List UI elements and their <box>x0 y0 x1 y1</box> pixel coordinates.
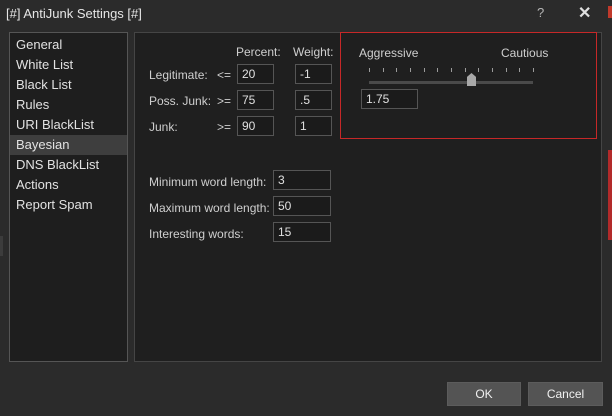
junk-label: Junk: <box>149 120 178 134</box>
sidebar-item-white-list[interactable]: White List <box>10 55 127 75</box>
possible-junk-operator: >= <box>217 94 232 108</box>
sidebar-item-label: DNS BlackList <box>16 157 100 172</box>
ok-button[interactable]: OK <box>447 382 521 406</box>
cancel-button[interactable]: Cancel <box>528 382 603 406</box>
possible-junk-percent-input[interactable]: 75 <box>237 90 274 110</box>
sidebar-item-report-spam[interactable]: Report Spam <box>10 195 127 215</box>
sidebar-item-bayesian[interactable]: Bayesian <box>10 135 127 155</box>
sidebar-item-label: Black List <box>16 77 72 92</box>
sidebar-item-dns-blacklist[interactable]: DNS BlackList <box>10 155 127 175</box>
slider-tick <box>437 68 438 72</box>
legitimate-weight-input[interactable]: -1 <box>295 64 332 84</box>
junk-percent-input[interactable]: 90 <box>237 116 274 136</box>
sidebar-item-label: Rules <box>16 97 50 112</box>
background-window-edge <box>608 6 612 18</box>
junk-weight-input[interactable]: 1 <box>295 116 332 136</box>
slider-tick <box>519 68 520 72</box>
interesting-words-input[interactable]: 15 <box>273 222 331 242</box>
min-word-length-input[interactable]: 3 <box>273 170 331 190</box>
max-word-length-input[interactable]: 50 <box>273 196 331 216</box>
slider-tick <box>383 68 384 72</box>
percent-header: Percent: <box>236 45 281 59</box>
sidebar-item-label: Report Spam <box>16 197 93 212</box>
sidebar-item-black-list[interactable]: Black List <box>10 75 127 95</box>
sidebar-item-general[interactable]: General <box>10 35 127 55</box>
slider-tick <box>424 68 425 72</box>
max-word-length-label: Maximum word length: <box>149 201 270 215</box>
slider-tick <box>506 68 507 72</box>
threshold-value-input[interactable]: 1.75 <box>361 89 418 109</box>
sidebar-item-label: URI BlackList <box>16 117 95 132</box>
sidebar-item-label: General <box>16 37 63 52</box>
junk-operator: >= <box>217 120 232 134</box>
legitimate-percent-input[interactable]: 20 <box>237 64 274 84</box>
background-window-edge <box>0 236 3 256</box>
slider-tick <box>410 68 411 72</box>
slider-tick <box>478 68 479 72</box>
legitimate-label: Legitimate: <box>149 68 208 82</box>
sidebar-item-label: Actions <box>16 177 59 192</box>
close-icon[interactable]: ✕ <box>578 3 591 23</box>
help-icon[interactable]: ? <box>537 5 544 20</box>
aggressive-label: Aggressive <box>359 46 419 60</box>
slider-tick <box>492 68 493 72</box>
possible-junk-label: Poss. Junk: <box>149 94 212 108</box>
title-bar: [#] AntiJunk Settings [#] ? ✕ <box>0 0 612 28</box>
sidebar-item-label: Bayesian <box>16 137 70 152</box>
slider-tick <box>465 68 466 72</box>
cautious-label: Cautious <box>501 46 549 60</box>
slider-thumb[interactable] <box>467 73 476 86</box>
sidebar-item-uri-blacklist[interactable]: URI BlackList <box>10 115 127 135</box>
slider-track[interactable] <box>369 81 533 84</box>
interesting-words-label: Interesting words: <box>149 227 244 241</box>
background-window-edge <box>608 150 612 240</box>
weight-header: Weight: <box>293 45 334 59</box>
window-title: [#] AntiJunk Settings [#] <box>6 6 142 21</box>
min-word-length-label: Minimum word length: <box>149 175 267 189</box>
slider-tick <box>451 68 452 72</box>
slider-tick <box>369 68 370 72</box>
slider-tick <box>533 68 534 72</box>
aggressiveness-slider-group: Aggressive Cautious 1.75 <box>340 32 597 139</box>
sidebar-item-rules[interactable]: Rules <box>10 95 127 115</box>
legitimate-operator: <= <box>217 68 232 82</box>
settings-category-list[interactable]: General White List Black List Rules URI … <box>9 32 128 362</box>
possible-junk-weight-input[interactable]: .5 <box>295 90 332 110</box>
sidebar-item-label: White List <box>16 57 74 72</box>
slider-tick <box>396 68 397 72</box>
sidebar-item-actions[interactable]: Actions <box>10 175 127 195</box>
